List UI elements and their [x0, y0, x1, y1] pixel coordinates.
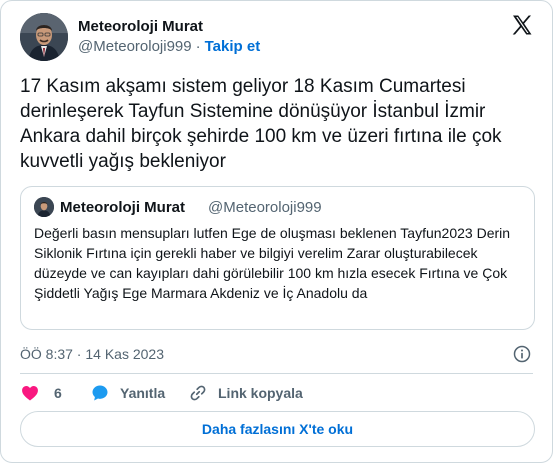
follow-button[interactable]: Takip et — [205, 38, 261, 55]
author-block: Meteoroloji Murat @Meteoroloji999 · Takip … — [78, 17, 260, 57]
copy-link-label: Link kopyala — [218, 385, 303, 401]
copy-link-button[interactable]: Link kopyala — [188, 381, 303, 405]
tweet-timestamp[interactable]: ÖÖ 8:37 · 14 Kas 2023 — [20, 345, 164, 363]
quoted-avatar — [34, 197, 54, 217]
author-handle[interactable]: @Meteoroloji999 — [78, 38, 192, 55]
reply-button[interactable]: Yanıtla — [90, 381, 165, 405]
reply-label: Yanıtla — [120, 385, 166, 401]
divider — [20, 373, 533, 374]
action-bar: 6 Yanıtla Link kopyala — [20, 381, 533, 405]
link-icon — [190, 385, 206, 401]
heart-icon — [22, 386, 38, 401]
tweet-text: 17 Kasım akşamı sistem geliyor 18 Kasım … — [20, 76, 502, 172]
like-button[interactable]: 6 — [20, 381, 62, 405]
separator-dot: · — [195, 38, 201, 55]
author-handle-row: @Meteoroloji999 · Takip et — [78, 37, 260, 57]
x-logo-icon[interactable] — [510, 13, 534, 37]
read-more-button[interactable]: Daha fazlasını X'te oku — [20, 411, 535, 447]
like-count: 6 — [54, 385, 62, 401]
quoted-author-name: Meteoroloji Murat — [60, 199, 186, 216]
author-name[interactable]: Meteoroloji Murat — [78, 17, 260, 37]
embedded-tweet-card: Meteoroloji Murat @Meteoroloji999 · Takip … — [0, 0, 553, 463]
tweet-header: Meteoroloji Murat @Meteoroloji999 · Takip … — [20, 13, 536, 61]
quoted-author-handle: @Meteoroloji999 — [208, 199, 322, 216]
quoted-tweet[interactable]: Meteoroloji Murat @Meteoroloji999 Değerl… — [20, 186, 535, 330]
avatar[interactable] — [20, 13, 68, 61]
info-icon[interactable] — [512, 344, 532, 364]
speech-bubble-icon — [92, 385, 108, 401]
quoted-tweet-text: Değerli basın mensupları lutfen Ege de o… — [34, 225, 511, 301]
